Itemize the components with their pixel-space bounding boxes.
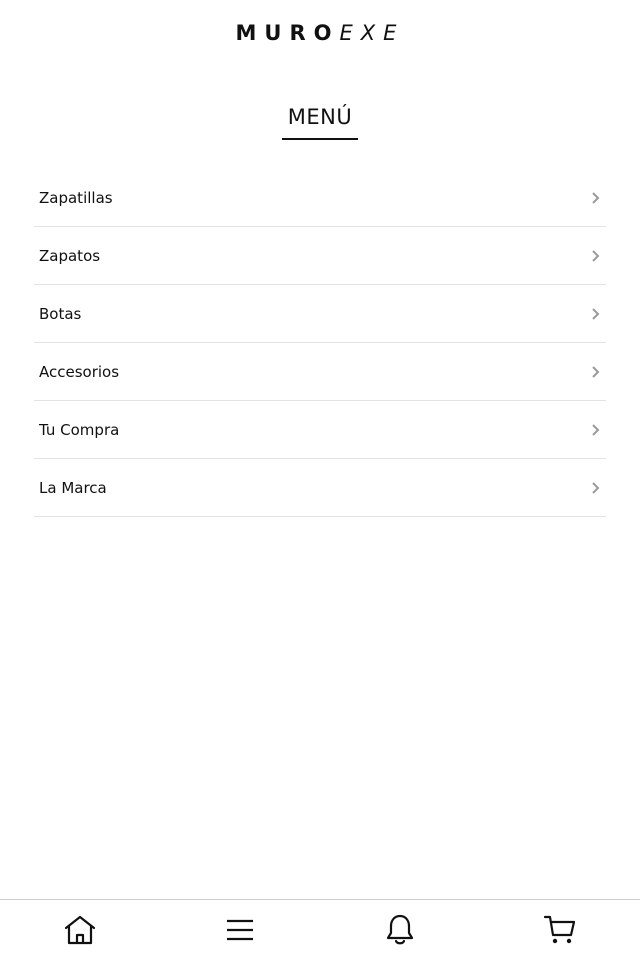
app-screen: MURO EXE MENÚ Zapatillas Zapatos Botas A… [0,0,640,960]
menu-item-botas[interactable]: Botas [34,285,606,343]
bell-icon [386,914,414,945]
chevron-right-icon [592,249,600,262]
home-icon [64,915,96,945]
menu-item-tu-compra[interactable]: Tu Compra [34,401,606,459]
brand-logo[interactable]: MURO EXE [0,20,640,46]
menu-list: Zapatillas Zapatos Botas Accesorios Tu C… [34,169,606,517]
brand-logo-italic-text: EXE [339,21,405,45]
menu-item-label: Zapatos [39,246,101,265]
bottom-navigation [0,899,640,960]
home-button[interactable] [40,900,120,960]
menu-button[interactable] [200,900,280,960]
menu-item-zapatos[interactable]: Zapatos [34,227,606,285]
menu-item-label: Zapatillas [39,188,113,207]
notifications-button[interactable] [360,900,440,960]
menu-item-label: La Marca [39,478,107,497]
menu-item-label: Tu Compra [39,420,120,439]
menu-item-label: Botas [39,304,82,323]
menu-item-label: Accesorios [39,362,120,381]
title-underline [282,138,358,140]
chevron-right-icon [592,481,600,494]
page-title: MENÚ [287,105,353,129]
cart-button[interactable] [520,900,600,960]
chevron-right-icon [592,365,600,378]
chevron-right-icon [592,423,600,436]
menu-item-la-marca[interactable]: La Marca [34,459,606,517]
chevron-right-icon [592,307,600,320]
hamburger-menu-icon [227,919,253,941]
chevron-right-icon [592,191,600,204]
menu-item-zapatillas[interactable]: Zapatillas [34,169,606,227]
menu-item-accesorios[interactable]: Accesorios [34,343,606,401]
brand-logo-bold-text: MURO [235,21,340,45]
shopping-cart-icon [543,915,576,944]
